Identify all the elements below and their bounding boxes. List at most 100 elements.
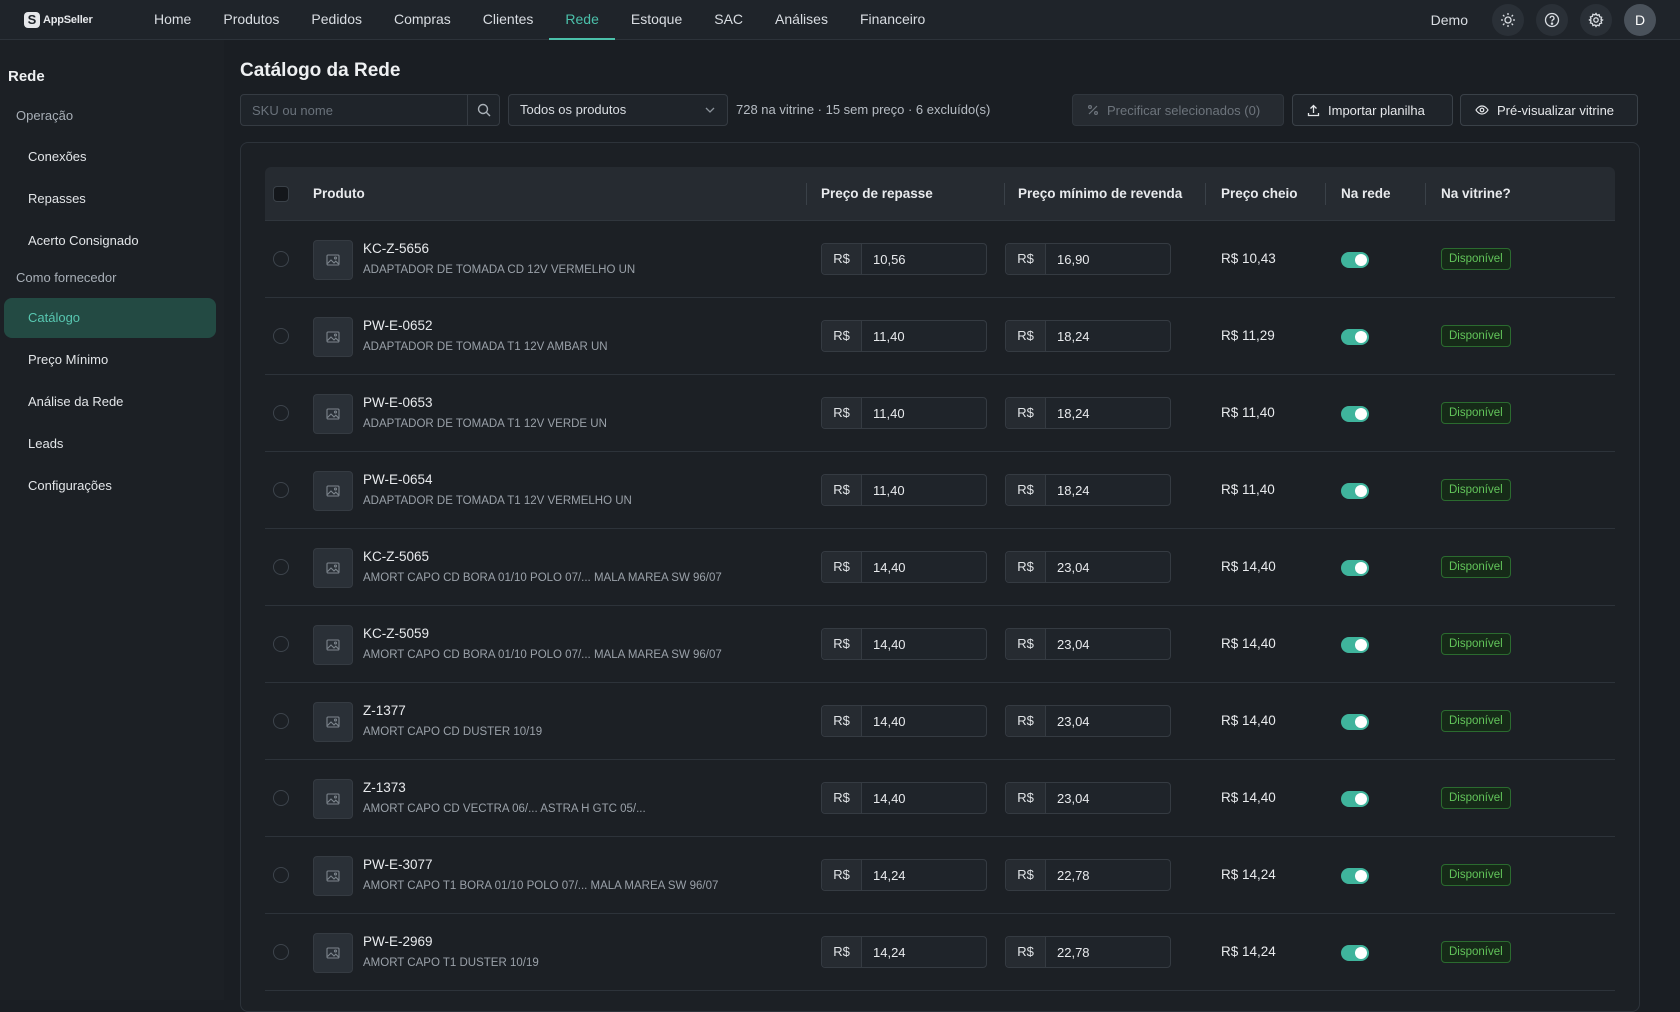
row-checkbox[interactable] xyxy=(273,559,289,575)
preco-repasse-input[interactable] xyxy=(862,475,986,505)
nav-estoque[interactable]: Estoque xyxy=(615,0,698,40)
na-rede-toggle[interactable] xyxy=(1341,483,1369,499)
na-rede-toggle[interactable] xyxy=(1341,791,1369,807)
row-checkbox[interactable] xyxy=(273,482,289,498)
status-badge: Disponível xyxy=(1441,710,1511,732)
row-checkbox[interactable] xyxy=(273,405,289,421)
product-thumbnail xyxy=(313,240,353,280)
table-row: KC-Z-5656 ADAPTADOR DE TOMADA CD 12V VER… xyxy=(265,221,1615,298)
search-input[interactable] xyxy=(241,95,467,125)
row-checkbox[interactable] xyxy=(273,251,289,267)
preco-minimo-input[interactable] xyxy=(1046,937,1170,967)
select-all-checkbox[interactable] xyxy=(273,186,289,202)
sidebar-item-acerto-consignado[interactable]: Acerto Consignado xyxy=(4,221,216,261)
preco-repasse-input[interactable] xyxy=(862,937,986,967)
nav-clientes[interactable]: Clientes xyxy=(467,0,550,40)
product-sku[interactable]: Z-1373 xyxy=(363,780,406,795)
currency-prefix: R$ xyxy=(1006,860,1046,890)
chevron-down-icon xyxy=(704,95,716,136)
product-sku[interactable]: PW-E-3077 xyxy=(363,857,433,872)
row-checkbox[interactable] xyxy=(273,867,289,883)
preco-repasse-input[interactable] xyxy=(862,244,986,274)
nav-pedidos[interactable]: Pedidos xyxy=(295,0,378,40)
na-rede-toggle[interactable] xyxy=(1341,560,1369,576)
na-rede-toggle[interactable] xyxy=(1341,868,1369,884)
preco-minimo-input[interactable] xyxy=(1046,783,1170,813)
sidebar-item-analise-rede[interactable]: Análise da Rede xyxy=(4,382,216,422)
preco-minimo-input[interactable] xyxy=(1046,706,1170,736)
preco-repasse-input[interactable] xyxy=(862,321,986,351)
sidebar-title: Rede xyxy=(8,68,45,85)
row-checkbox[interactable] xyxy=(273,790,289,806)
nav-rede[interactable]: Rede xyxy=(549,0,615,40)
currency-prefix: R$ xyxy=(822,783,862,813)
top-navbar: S AppSeller Home Produtos Pedidos Compra… xyxy=(0,0,1680,40)
brand-logo[interactable]: S AppSeller xyxy=(24,11,138,28)
nav-compras[interactable]: Compras xyxy=(378,0,467,40)
na-rede-toggle[interactable] xyxy=(1341,329,1369,345)
product-description: AMORT CAPO T1 BORA 01/10 POLO 07/... MAL… xyxy=(363,880,719,892)
precificar-selecionados-button[interactable]: Precificar selecionados (0) xyxy=(1072,94,1284,126)
help-button[interactable] xyxy=(1536,3,1568,36)
product-filter-select[interactable]: Todos os produtos xyxy=(508,94,728,126)
product-sku[interactable]: KC-Z-5656 xyxy=(363,241,429,256)
product-sku[interactable]: PW-E-2969 xyxy=(363,934,433,949)
theme-toggle-button[interactable] xyxy=(1492,3,1524,36)
sidebar-item-catalogo[interactable]: Catálogo xyxy=(4,298,216,338)
preco-minimo-input[interactable] xyxy=(1046,321,1170,351)
na-rede-toggle[interactable] xyxy=(1341,406,1369,422)
product-thumbnail xyxy=(313,702,353,742)
sidebar-item-leads[interactable]: Leads xyxy=(4,424,216,464)
nav-sac[interactable]: SAC xyxy=(698,0,759,40)
product-thumbnail xyxy=(313,779,353,819)
table-row: PW-E-0653 ADAPTADOR DE TOMADA T1 12V VER… xyxy=(265,375,1615,452)
preco-minimo-field: R$ xyxy=(1005,397,1171,429)
preco-minimo-input[interactable] xyxy=(1046,629,1170,659)
nav-produtos[interactable]: Produtos xyxy=(207,0,295,40)
avatar[interactable]: D xyxy=(1624,3,1656,36)
settings-button[interactable] xyxy=(1580,3,1612,36)
search-button[interactable] xyxy=(467,95,499,125)
header-preco-minimo: Preço mínimo de revenda xyxy=(1018,186,1183,201)
preco-repasse-input[interactable] xyxy=(862,706,986,736)
nav-financeiro[interactable]: Financeiro xyxy=(844,0,941,40)
preco-minimo-input[interactable] xyxy=(1046,475,1170,505)
preco-repasse-input[interactable] xyxy=(862,783,986,813)
row-checkbox[interactable] xyxy=(273,636,289,652)
preco-minimo-input[interactable] xyxy=(1046,244,1170,274)
na-rede-toggle[interactable] xyxy=(1341,637,1369,653)
product-sku[interactable]: Z-1377 xyxy=(363,703,406,718)
preco-repasse-input[interactable] xyxy=(862,629,986,659)
product-sku[interactable]: PW-E-0652 xyxy=(363,318,433,333)
sidebar-item-conexoes[interactable]: Conexões xyxy=(4,137,216,177)
preco-minimo-input[interactable] xyxy=(1046,860,1170,890)
product-sku[interactable]: PW-E-0653 xyxy=(363,395,433,410)
nav-home[interactable]: Home xyxy=(138,0,207,40)
row-checkbox[interactable] xyxy=(273,713,289,729)
na-rede-toggle[interactable] xyxy=(1341,252,1369,268)
nav-analises[interactable]: Análises xyxy=(759,0,844,40)
product-sku[interactable]: KC-Z-5059 xyxy=(363,626,429,641)
currency-prefix: R$ xyxy=(1006,321,1046,351)
na-rede-toggle[interactable] xyxy=(1341,714,1369,730)
preco-repasse-input[interactable] xyxy=(862,552,986,582)
product-sku[interactable]: KC-Z-5065 xyxy=(363,549,429,564)
importar-planilha-button[interactable]: Importar planilha xyxy=(1292,94,1453,126)
preco-minimo-input[interactable] xyxy=(1046,398,1170,428)
sidebar-item-repasses[interactable]: Repasses xyxy=(4,179,216,219)
na-rede-toggle[interactable] xyxy=(1341,945,1369,961)
preco-repasse-input[interactable] xyxy=(862,860,986,890)
pre-visualizar-vitrine-button[interactable]: Pré-visualizar vitrine xyxy=(1460,94,1638,126)
product-description: ADAPTADOR DE TOMADA CD 12V VERMELHO UN xyxy=(363,264,636,276)
row-checkbox[interactable] xyxy=(273,328,289,344)
sidebar-item-preco-minimo[interactable]: Preço Mínimo xyxy=(4,340,216,380)
sidebar-item-configuracoes[interactable]: Configurações xyxy=(4,466,216,506)
currency-prefix: R$ xyxy=(822,552,862,582)
product-description: ADAPTADOR DE TOMADA T1 12V VERDE UN xyxy=(363,418,607,430)
preco-minimo-input[interactable] xyxy=(1046,552,1170,582)
product-sku[interactable]: PW-E-0654 xyxy=(363,472,433,487)
preco-repasse-input[interactable] xyxy=(862,398,986,428)
user-name[interactable]: Demo xyxy=(1431,12,1468,28)
row-checkbox[interactable] xyxy=(273,944,289,960)
upload-icon xyxy=(1307,104,1320,116)
